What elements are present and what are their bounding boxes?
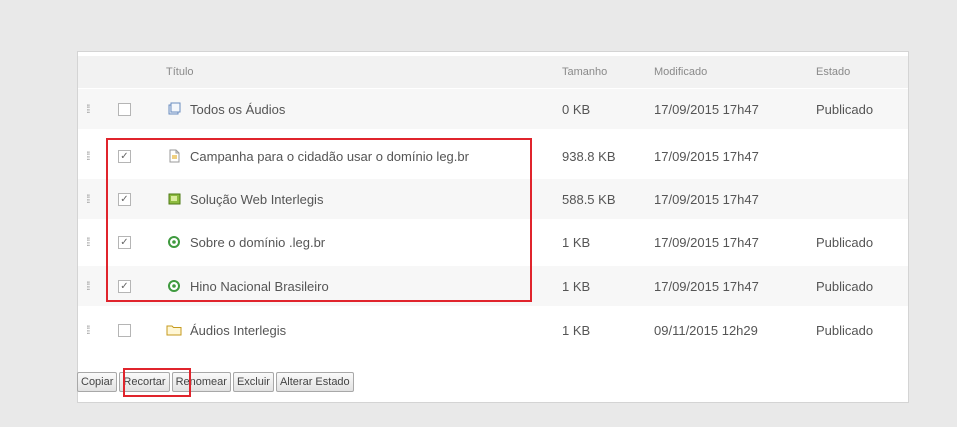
link-icon [166,234,182,250]
row-state [816,136,906,176]
folder-link-icon [166,101,182,117]
row-size: 938.8 KB [562,148,616,164]
table-row: ⁞⁞ ✓ Sobre o domínio .leg.br 1 KB 17/09/… [78,222,908,262]
row-title-link[interactable]: Áudios Interlegis [190,323,286,338]
row-checkbox[interactable] [118,323,131,337]
row-state: Publicado [816,234,874,250]
header-size[interactable]: Tamanho [562,56,642,88]
audio-file-icon [166,191,182,207]
table-row: ⁞⁞ Áudios Interlegis 1 KB 09/11/2015 12h… [78,310,908,350]
header-modified[interactable]: Modificado [654,56,804,88]
row-checkbox[interactable] [118,102,131,116]
row-title-link[interactable]: Sobre o domínio .leg.br [190,235,325,250]
header-state[interactable]: Estado [816,56,906,88]
row-size: 588.5 KB [562,191,616,207]
cut-button[interactable]: Recortar [119,372,170,392]
drag-handle-icon[interactable]: ⁞⁞ [86,310,100,350]
table-row: ⁞⁞ ✓ Hino Nacional Brasileiro 1 KB 17/09… [78,266,908,306]
folder-icon [166,322,182,338]
row-checkbox[interactable]: ✓ [118,279,131,293]
row-state: Publicado [816,101,874,117]
row-modified: 17/09/2015 17h47 [654,101,759,117]
link-icon [166,278,182,294]
row-state [816,179,906,219]
row-title-link[interactable]: Todos os Áudios [190,102,285,117]
drag-handle-icon[interactable]: ⁞⁞ [86,222,100,262]
change-state-button[interactable]: Alterar Estado [275,372,354,392]
rename-button[interactable]: Renomear [171,372,231,392]
row-modified: 17/09/2015 17h47 [654,148,759,164]
folder-contents-table: Título Tamanho Modificado Estado ⁞⁞ Todo… [77,51,909,403]
action-toolbar: Copiar Recortar Renomear Excluir Alterar… [77,370,354,396]
row-modified: 17/09/2015 17h47 [654,234,759,250]
row-size: 1 KB [562,234,591,250]
header-title[interactable]: Título [166,56,536,88]
table-header: Título Tamanho Modificado Estado [78,56,908,88]
drag-handle-icon[interactable]: ⁞⁞ [86,266,100,306]
row-state: Publicado [816,322,874,338]
table-row: ⁞⁞ ✓ Campanha para o cidadão usar o domí… [78,136,908,176]
copy-button[interactable]: Copiar [77,372,118,392]
row-checkbox[interactable]: ✓ [118,235,131,249]
row-state: Publicado [816,278,874,294]
row-title-link[interactable]: Campanha para o cidadão usar o domínio l… [190,149,469,164]
drag-handle-icon[interactable]: ⁞⁞ [86,89,100,129]
row-title-link[interactable]: Solução Web Interlegis [190,192,323,207]
row-checkbox[interactable]: ✓ [118,149,131,163]
table-row: ⁞⁞ Todos os Áudios 0 KB 17/09/2015 17h47… [78,89,908,129]
row-size: 1 KB [562,278,591,294]
row-title-link[interactable]: Hino Nacional Brasileiro [190,279,329,294]
table-row: ⁞⁞ ✓ Solução Web Interlegis 588.5 KB 17/… [78,179,908,219]
row-size: 1 KB [562,322,591,338]
row-modified: 17/09/2015 17h47 [654,191,759,207]
row-size: 0 KB [562,101,591,117]
drag-handle-icon[interactable]: ⁞⁞ [86,136,100,176]
row-modified: 09/11/2015 12h29 [654,322,758,338]
delete-button[interactable]: Excluir [232,372,274,392]
document-icon [166,148,182,164]
row-modified: 17/09/2015 17h47 [654,278,759,294]
drag-handle-icon[interactable]: ⁞⁞ [86,179,100,219]
row-checkbox[interactable]: ✓ [118,192,131,206]
